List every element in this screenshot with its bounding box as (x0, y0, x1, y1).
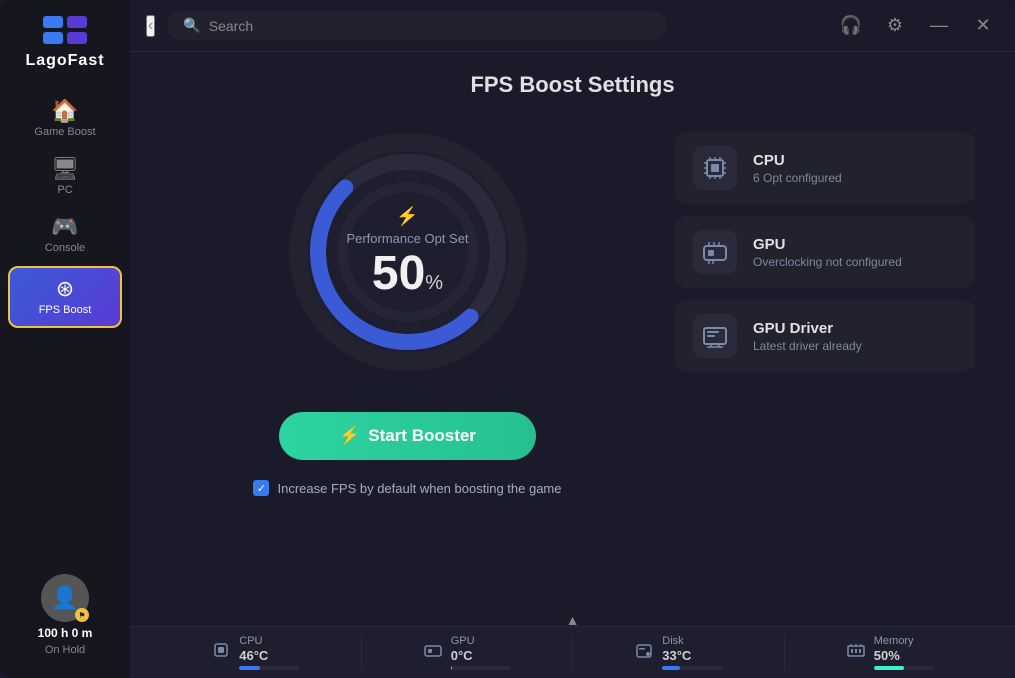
status-memory-value: 50% (874, 648, 934, 663)
logo-text: LagoFast (25, 52, 104, 70)
title-bar: ‹ 🔍 Search 🎧 ⚙ — ✕ (130, 0, 1015, 52)
gauge-value: 50 (372, 247, 425, 300)
console-icon: 🎮 (51, 216, 78, 238)
status-gpu-icon (423, 640, 443, 665)
sidebar-item-console[interactable]: 🎮 Console (0, 206, 130, 264)
sidebar-item-pc[interactable]: 🖥 PC (0, 148, 130, 206)
sidebar: LagoFast 🏠 Game Boost 🖥 PC 🎮 Console ⊛ F… (0, 0, 130, 678)
status-item-gpu: GPU 0°C (361, 635, 573, 670)
gpu-card[interactable]: GPU Overclocking not configured (675, 216, 975, 288)
gauge-section: ⚡ Performance Opt Set 50% ⚡ Start Booste… (170, 122, 645, 496)
status-cpu-fill (239, 666, 260, 670)
status-cpu-value: 46°C (239, 648, 299, 663)
status-gpu-bar (451, 666, 511, 670)
nav-label-game-boost: Game Boost (34, 126, 95, 138)
status-bar: CPU 46°C GPU (130, 626, 1015, 678)
minimize-button[interactable]: — (923, 10, 955, 42)
sidebar-item-game-boost[interactable]: 🏠 Game Boost (0, 90, 130, 148)
search-icon: 🔍 (183, 17, 200, 34)
status-memory-fill (874, 666, 904, 670)
status-cpu-icon (211, 640, 231, 665)
gauge-label: Performance Opt Set (346, 231, 468, 246)
gauge-bolt-icon: ⚡ (396, 206, 418, 227)
avatar-icon: 👤 (51, 585, 78, 611)
settings-button[interactable]: ⚙ (879, 10, 911, 42)
hold-label: On Hold (45, 644, 85, 656)
sidebar-item-fps-boost[interactable]: ⊛ FPS Boost (8, 266, 122, 328)
content: FPS Boost Settings (130, 52, 1015, 626)
avatar-badge: ⚑ (75, 608, 89, 622)
chevron-up-icon[interactable]: ▲ (566, 612, 580, 628)
checkbox-row: ✓ Increase FPS by default when boosting … (253, 480, 561, 496)
start-bolt-icon: ⚡ (339, 426, 360, 446)
avatar[interactable]: 👤 ⚑ (41, 574, 89, 622)
status-item-disk: Disk 33°C (572, 635, 784, 670)
pc-icon: 🖥 (51, 158, 79, 180)
gauge-center: ⚡ Performance Opt Set 50% (346, 206, 468, 298)
cpu-card[interactable]: CPU 6 Opt configured (675, 132, 975, 204)
gpu-driver-card[interactable]: GPU Driver Latest driver already (675, 300, 975, 372)
status-disk-label: Disk (662, 635, 722, 647)
status-memory-label: Memory (874, 635, 934, 647)
info-cards: CPU 6 Opt configured (675, 132, 975, 372)
status-memory-info: Memory 50% (874, 635, 934, 670)
status-disk-info: Disk 33°C (662, 635, 722, 670)
status-disk-bar (662, 666, 722, 670)
nav-label-console: Console (45, 242, 85, 254)
status-gpu-label: GPU (451, 635, 511, 647)
main-section: ⚡ Performance Opt Set 50% ⚡ Start Booste… (170, 122, 975, 626)
start-label: Start Booster (368, 426, 476, 446)
checkbox-label: Increase FPS by default when boosting th… (277, 481, 561, 496)
status-disk-icon (634, 640, 654, 665)
status-gpu-info: GPU 0°C (451, 635, 511, 670)
support-button[interactable]: 🎧 (835, 10, 867, 42)
gpu-card-info: GPU Overclocking not configured (753, 236, 902, 269)
fps-checkbox[interactable]: ✓ (253, 480, 269, 496)
status-memory-icon (846, 640, 866, 665)
nav-label-pc: PC (57, 184, 72, 196)
gpu-card-icon (693, 230, 737, 274)
status-cpu-info: CPU 46°C (239, 635, 299, 670)
logo-icon (41, 12, 89, 48)
status-gpu-fill (451, 666, 452, 670)
status-cpu-bar (239, 666, 299, 670)
status-disk-value: 33°C (662, 648, 722, 663)
start-booster-button[interactable]: ⚡ Start Booster (279, 412, 536, 460)
gpu-driver-card-sub: Latest driver already (753, 339, 862, 353)
status-gpu-value: 0°C (451, 648, 511, 663)
main-area: ‹ 🔍 Search 🎧 ⚙ — ✕ FPS Boost Settings (130, 0, 1015, 678)
status-memory-bar (874, 666, 934, 670)
gauge-unit: % (425, 272, 443, 294)
sidebar-bottom: 👤 ⚑ 100 h 0 m On Hold (38, 574, 93, 666)
cpu-card-title: CPU (753, 152, 842, 169)
game-boost-icon: 🏠 (51, 100, 78, 122)
gpu-card-title: GPU (753, 236, 902, 253)
back-button[interactable]: ‹ (146, 15, 155, 37)
gpu-driver-card-info: GPU Driver Latest driver already (753, 320, 862, 353)
status-item-memory: Memory 50% (784, 635, 996, 670)
page-title: FPS Boost Settings (170, 72, 975, 98)
title-bar-actions: 🎧 ⚙ — ✕ (835, 10, 999, 42)
gpu-driver-card-title: GPU Driver (753, 320, 862, 337)
gauge-container: ⚡ Performance Opt Set 50% (278, 122, 538, 382)
cpu-card-icon (693, 146, 737, 190)
search-text: Search (209, 18, 253, 34)
status-disk-fill (662, 666, 680, 670)
search-bar[interactable]: 🔍 Search (167, 11, 667, 40)
logo: LagoFast (25, 12, 104, 70)
status-item-cpu: CPU 46°C (150, 635, 361, 670)
cpu-card-sub: 6 Opt configured (753, 171, 842, 185)
status-cpu-label: CPU (239, 635, 299, 647)
gpu-card-sub: Overclocking not configured (753, 255, 902, 269)
cpu-card-info: CPU 6 Opt configured (753, 152, 842, 185)
nav-label-fps-boost: FPS Boost (39, 304, 92, 316)
fps-boost-icon: ⊛ (56, 278, 74, 300)
gpu-driver-card-icon (693, 314, 737, 358)
status-bar-wrap: ▲ CPU 46°C (130, 626, 1015, 678)
time-label: 100 h 0 m (38, 626, 93, 640)
close-button[interactable]: ✕ (967, 10, 999, 42)
